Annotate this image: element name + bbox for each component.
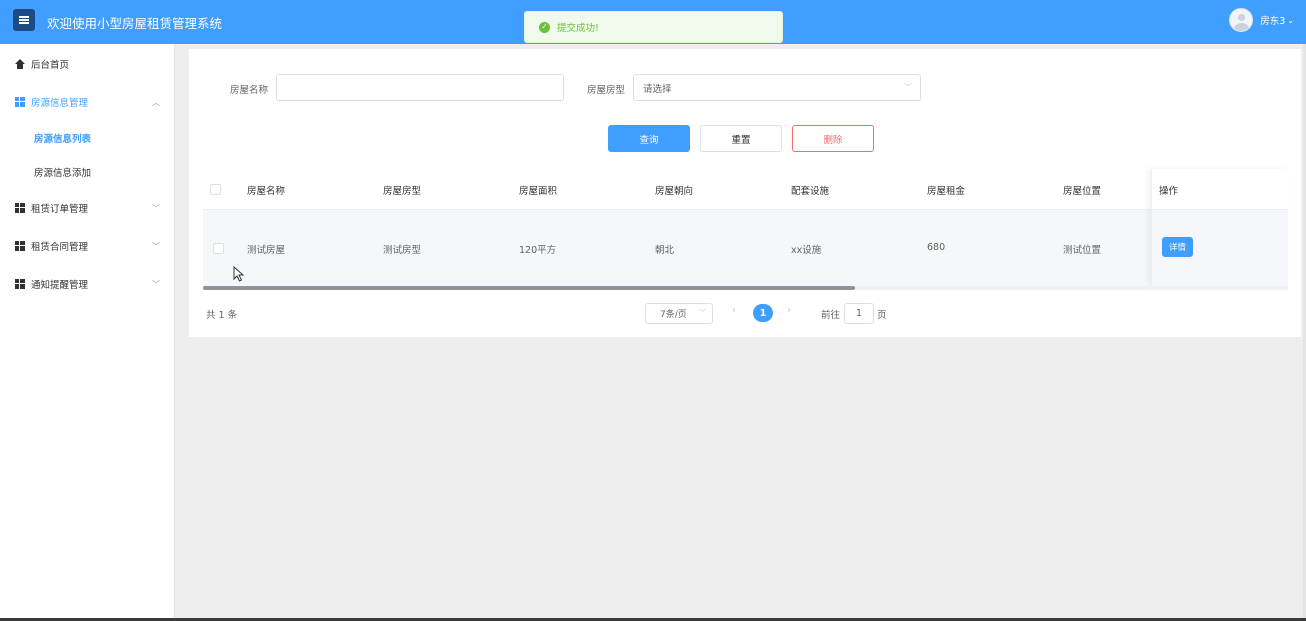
total-count: 共 1 条 [206,310,238,321]
house-name-label: 房屋名称 [230,85,269,96]
content-panel: 房屋名称 房屋房型 请选择 ﹀ 查询 重置 删除 房屋名称 房屋房型 房屋面积 … [189,49,1301,337]
sidebar-item-label: 租赁合同管理 [31,242,89,253]
sidebar-item-notifications[interactable]: 通知提醒管理 ﹀ [0,274,175,294]
horizontal-scrollbar[interactable] [203,286,1288,290]
column-header: 操作 [1159,186,1179,197]
chevron-down-icon: ﹀ [152,279,160,289]
column-header[interactable]: 配套设施 [791,183,829,197]
sidebar-item-house-info[interactable]: 房源信息管理 ︿ [0,92,175,112]
delete-button[interactable]: 删除 [792,125,874,152]
page-size-select[interactable]: 7条/页 ﹀ [645,303,713,324]
username: 房东3 [1260,16,1286,27]
house-name-input[interactable] [276,74,564,101]
sidebar-item-label: 租赁订单管理 [31,204,89,215]
column-header[interactable]: 房屋租金 [927,183,965,197]
select-placeholder: 请选择 [643,83,672,95]
goto-suffix: 页 [877,310,887,321]
sidebar: 后台首页 房源信息管理 ︿ 房源信息列表 房源信息添加 租赁订单管理 ﹀ 租赁合… [0,44,175,621]
cell-house-type: 测试房型 [383,245,422,256]
chevron-up-icon: ︿ [152,97,160,107]
cell-house-orientation: 朝北 [655,245,675,256]
sidebar-item-label: 通知提醒管理 [31,280,89,291]
success-toast: ✓ 提交成功! [524,11,783,43]
page-number-current[interactable]: 1 [753,304,773,322]
sidebar-item-home[interactable]: 后台首页 [0,54,175,74]
sidebar-subitem-house-add[interactable]: 房源信息添加 [0,162,175,182]
toast-message: 提交成功! [557,23,599,34]
chevron-down-icon: ﹀ [152,203,160,213]
page-size-value: 7条/页 [660,310,687,320]
sidebar-subitem-label: 房源信息列表 [34,134,92,145]
goto-page-input[interactable]: 1 [844,303,874,324]
scrollbar-thumb[interactable] [203,286,855,290]
column-header[interactable]: 房屋位置 [1063,183,1101,197]
house-table: 房屋名称 房屋房型 房屋面积 房屋朝向 配套设施 房屋租金 房屋位置 测试房屋 … [203,169,1288,294]
cell-facilities: xx设施 [791,245,822,256]
chevron-down-icon: ﹀ [904,83,912,92]
detail-button[interactable]: 详情 [1162,237,1193,257]
cell-location: 测试位置 [1063,245,1102,256]
sidebar-item-contracts[interactable]: 租赁合同管理 ﹀ [0,236,175,256]
sidebar-item-label: 房源信息管理 [31,98,89,109]
avatar[interactable] [1229,8,1254,32]
cell-house-name: 测试房屋 [247,245,286,256]
sidebar-subitem-label: 房源信息添加 [34,168,92,179]
query-button[interactable]: 查询 [608,125,690,152]
fixed-action-column: 操作 详情 [1151,169,1288,286]
sidebar-subitem-house-list[interactable]: 房源信息列表 [0,128,175,148]
chevron-down-icon: ﹀ [152,241,160,251]
grid-icon [15,279,25,289]
column-header[interactable]: 房屋名称 [247,183,285,197]
select-all-checkbox[interactable] [210,184,221,195]
sidebar-item-orders[interactable]: 租赁订单管理 ﹀ [0,198,175,218]
column-header[interactable]: 房屋朝向 [655,183,693,197]
user-menu[interactable]: 房东3 ⌄ [1229,8,1294,32]
chevron-down-icon: ﹀ [699,309,706,317]
mouse-cursor-icon [233,266,245,282]
house-type-select[interactable]: 请选择 ﹀ [633,74,921,101]
reset-button[interactable]: 重置 [700,125,782,152]
grid-icon [15,97,25,107]
goto-label: 前往 [821,310,841,321]
check-circle-icon: ✓ [539,21,550,33]
chevron-down-icon: ⌄ [1287,15,1294,25]
row-checkbox[interactable] [213,243,224,254]
column-header[interactable]: 房屋面积 [519,183,557,197]
hamburger-icon[interactable] [13,9,35,31]
table-row[interactable]: 测试房屋 测试房型 120平方 朝北 xx设施 680 测试位置 [203,210,1288,286]
next-page-icon[interactable]: › [787,305,791,316]
grid-icon [15,241,25,251]
prev-page-icon[interactable]: ‹ [732,305,736,316]
cell-rent: 680 [927,242,946,253]
grid-icon [15,203,25,213]
app-title: 欢迎使用小型房屋租赁管理系统 [47,16,223,31]
home-icon [15,59,25,69]
cell-house-area: 120平方 [519,245,557,256]
house-type-label: 房屋房型 [587,85,626,96]
sidebar-item-label: 后台首页 [31,60,70,71]
column-header[interactable]: 房屋房型 [383,183,421,197]
table-header: 房屋名称 房屋房型 房屋面积 房屋朝向 配套设施 房屋租金 房屋位置 [203,169,1288,210]
